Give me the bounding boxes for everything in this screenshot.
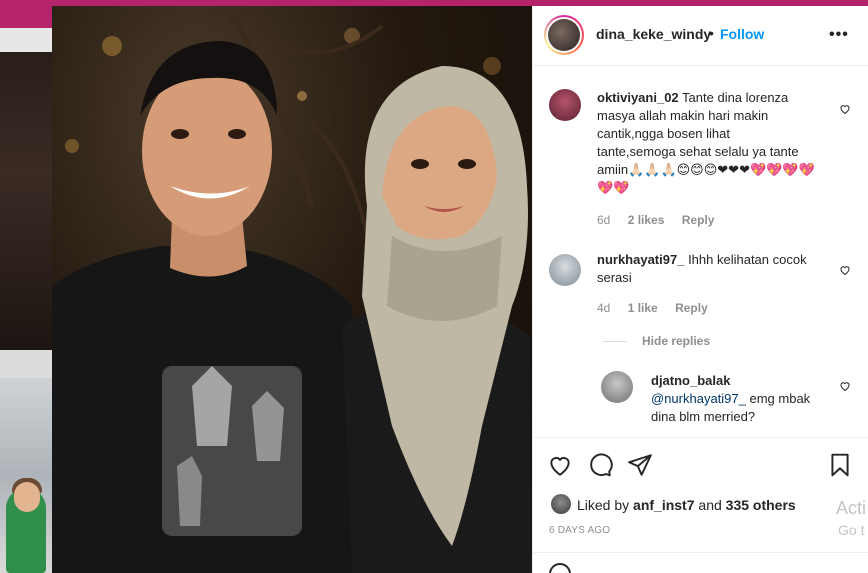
author-username[interactable]: dina_keke_windy <box>596 26 711 42</box>
likes-count-link[interactable]: 335 others <box>726 497 796 513</box>
background-header-band <box>0 0 52 28</box>
post-photo[interactable] <box>52 6 532 573</box>
comment-text: oktiviyani_02 Tante dina lorenza masya a… <box>597 90 815 195</box>
share-plane-icon[interactable] <box>627 452 653 478</box>
comment-meta: 6d 2 likes Reply <box>597 213 728 227</box>
follow-button[interactable]: Follow <box>720 26 764 42</box>
reply-text: djatno_balak @nurkhayati97_ emg mbak din… <box>651 373 811 424</box>
post-actions: Liked by anf_inst7 and 335 others 6 DAYS… <box>533 437 868 573</box>
windows-activation-watermark: Acti <box>836 498 867 518</box>
hide-replies-line <box>603 341 627 342</box>
emoji-smile-icon[interactable] <box>549 563 571 573</box>
like-heart-icon[interactable] <box>547 452 573 478</box>
save-bookmark-icon[interactable] <box>827 452 853 478</box>
commenter-avatar[interactable] <box>549 89 581 121</box>
like-comment-heart-icon[interactable] <box>839 103 851 115</box>
background-webpage <box>0 0 52 573</box>
comment-bubble-icon[interactable] <box>587 452 613 478</box>
reply-avatar[interactable] <box>601 371 633 403</box>
comment-age: 6d <box>597 213 611 227</box>
post-header: dina_keke_windy • Follow ••• <box>533 6 868 66</box>
background-photo <box>0 52 52 352</box>
comment-likes[interactable]: 1 like <box>628 301 658 315</box>
hide-replies-button[interactable]: Hide replies <box>642 334 710 348</box>
post-photo-illustration <box>52 14 532 573</box>
comment-text: nurkhayati97_ Ihhh kelihatan cocok seras… <box>597 252 807 285</box>
commenter-username[interactable]: nurkhayati97_ <box>597 252 684 267</box>
screen: dina_keke_windy • Follow ••• oktiviyani_… <box>0 0 868 573</box>
liker-avatar[interactable] <box>551 494 571 514</box>
author-avatar[interactable] <box>544 15 584 55</box>
more-options-icon[interactable]: ••• <box>829 26 849 44</box>
liked-by-summary: Liked by anf_inst7 and 335 others <box>577 497 796 513</box>
add-comment-row[interactable] <box>533 552 868 573</box>
commenter-avatar[interactable] <box>549 254 581 286</box>
comment-age: 4d <box>597 301 611 315</box>
post-side-panel: dina_keke_windy • Follow ••• oktiviyani_… <box>532 6 868 573</box>
like-comment-heart-icon[interactable] <box>839 264 851 276</box>
comment-meta: 4d 1 like Reply <box>597 301 722 315</box>
like-reply-heart-icon[interactable] <box>839 380 851 392</box>
liker-username[interactable]: anf_inst7 <box>633 497 694 513</box>
reply-button[interactable]: Reply <box>675 301 708 315</box>
reply-username[interactable]: djatno_balak <box>651 373 730 388</box>
separator-dot: • <box>709 25 714 41</box>
comments-list[interactable]: oktiviyani_02 Tante dina lorenza masya a… <box>533 67 868 436</box>
reply-mention[interactable]: @nurkhayati97_ <box>651 391 746 406</box>
post-timestamp[interactable]: 6 DAYS AGO <box>549 525 610 536</box>
reply-button[interactable]: Reply <box>682 213 715 227</box>
windows-activation-watermark-subtext: Go t <box>838 522 865 538</box>
comment-likes[interactable]: 2 likes <box>628 213 665 227</box>
commenter-username[interactable]: oktiviyani_02 <box>597 90 679 105</box>
